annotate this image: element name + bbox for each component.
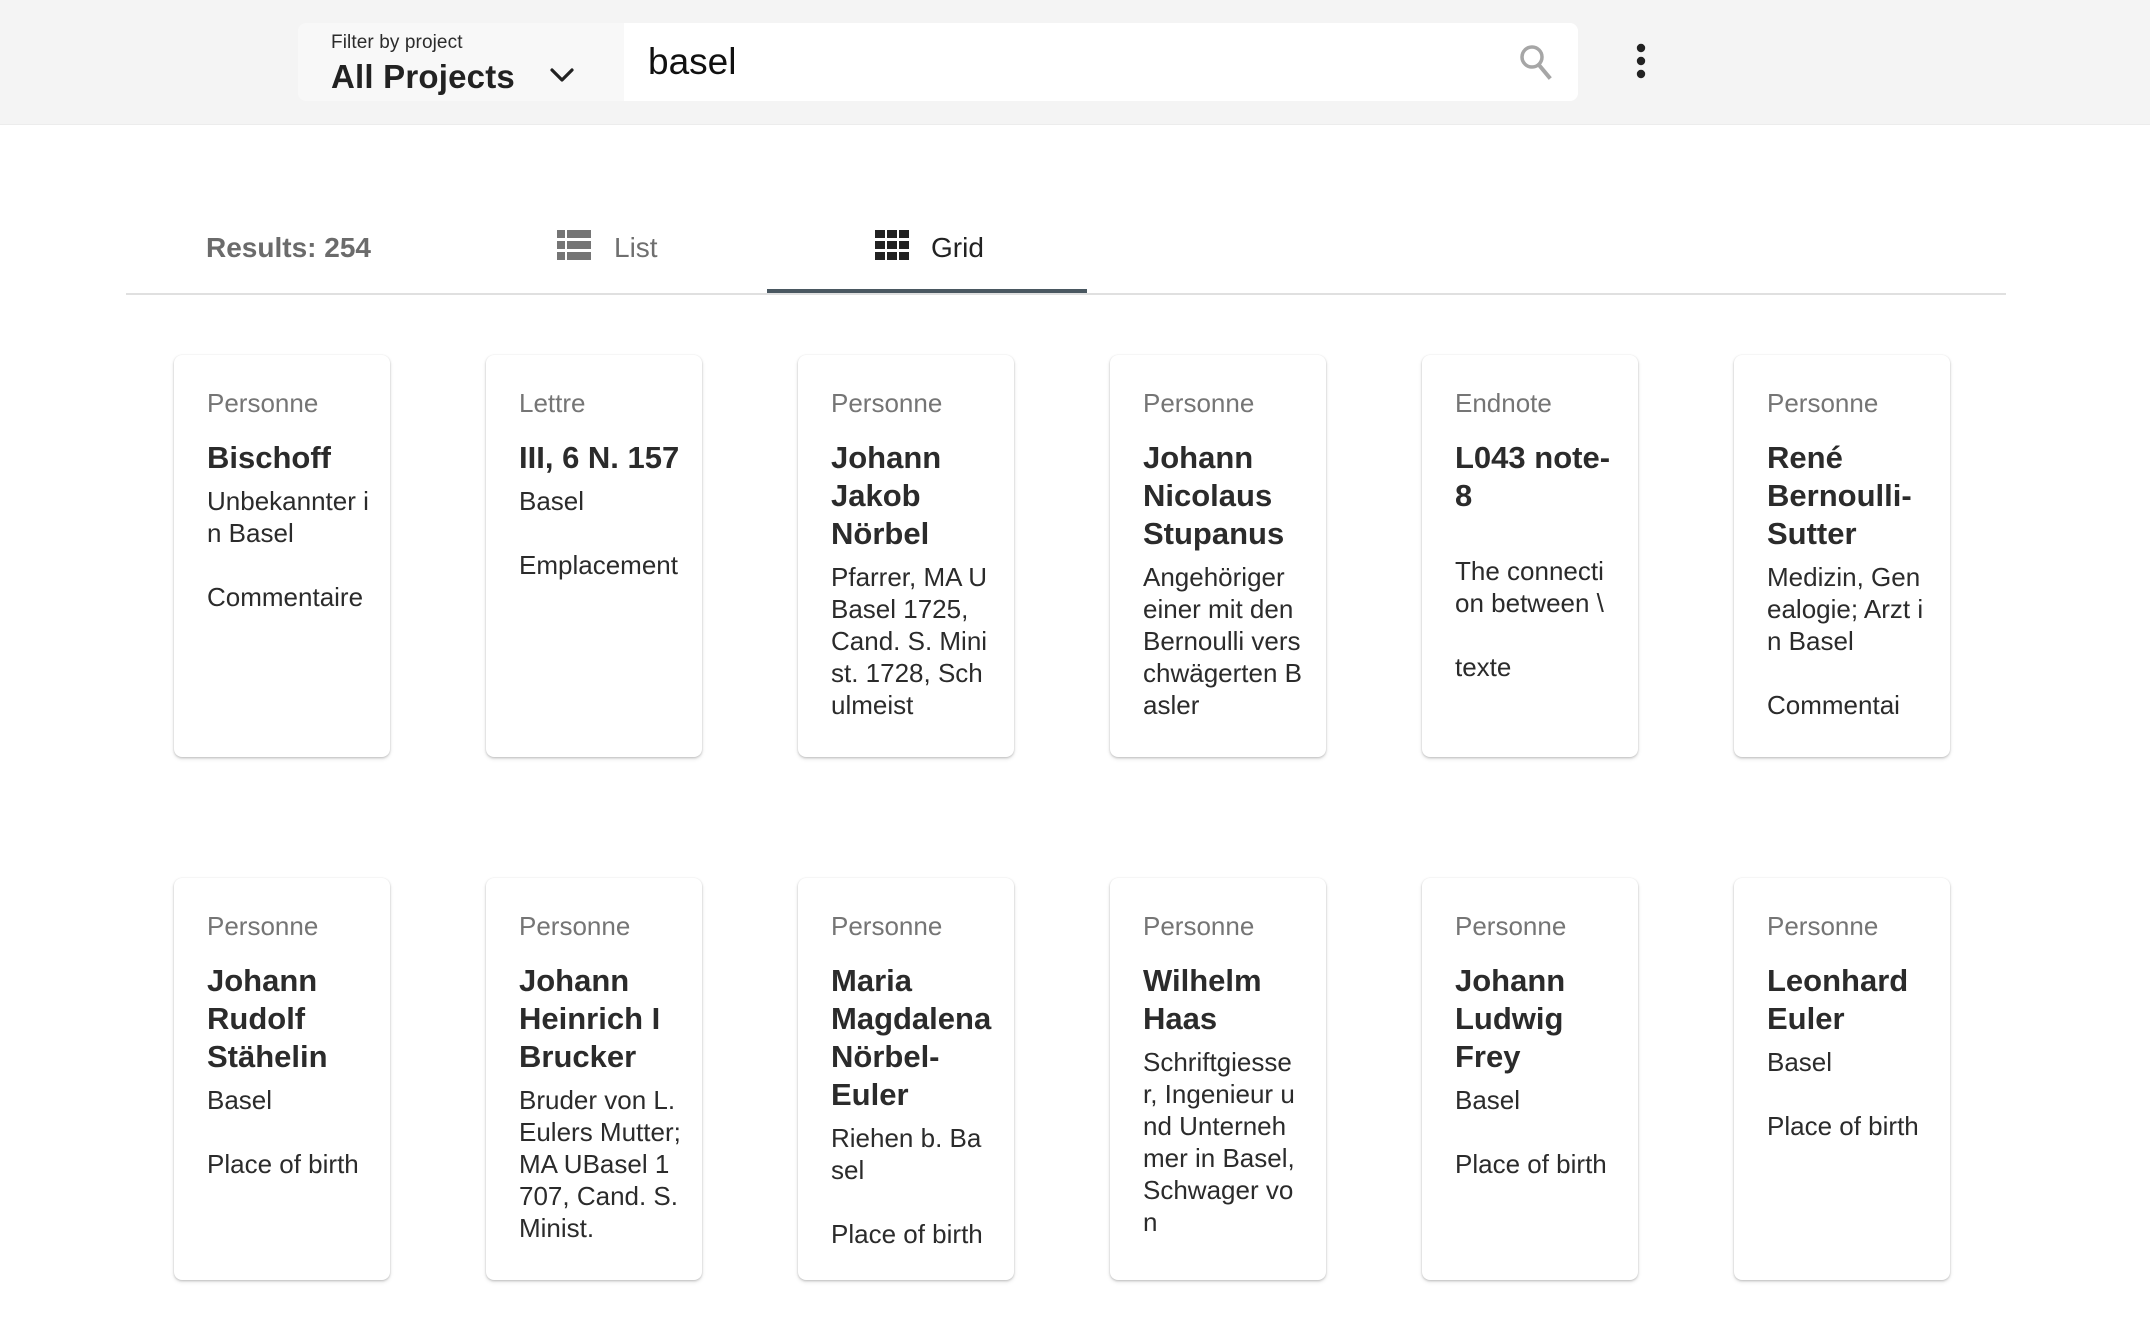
card-type: Lettre	[519, 388, 586, 418]
card-title: Leonhard Euler	[1767, 963, 1909, 1036]
card-type: Personne	[1767, 911, 1879, 941]
tab-list[interactable]: List	[556, 200, 756, 295]
grid-icon	[875, 230, 909, 260]
card-description: Medizin, Genealogie; Arzt in Basel Comme…	[1767, 562, 1924, 720]
result-card[interactable]: Personne René Bernoulli-Sutter Medizin, …	[1734, 355, 1950, 757]
result-card[interactable]: Personne Maria Magdalena Nörbel-Euler Ri…	[798, 878, 1014, 1280]
card-type: Personne	[1455, 911, 1567, 941]
results-grid: Personne Bischoff Unbekannter in Basel C…	[174, 355, 1950, 1280]
card-title: L043 note-8	[1455, 440, 1611, 513]
card-description: Riehen b. Basel Place of birth	[831, 1123, 983, 1249]
result-card[interactable]: Personne Johann Heinrich I Brucker Brude…	[486, 878, 702, 1280]
card-type: Personne	[1767, 388, 1879, 418]
results-tabs: Results: 254 List Grid	[126, 200, 2006, 295]
tabs-divider	[126, 293, 2006, 295]
result-card[interactable]: Personne Johann Nicolaus Stupanus Angehö…	[1110, 355, 1326, 757]
result-card[interactable]: Personne Johann Jakob Nörbel Pfarrer, MA…	[798, 355, 1014, 757]
tab-grid-label: Grid	[931, 232, 984, 263]
project-filter-label: Filter by project	[331, 32, 463, 53]
card-description: Schriftgiesser, Ingenieur und Unternehme…	[1143, 1047, 1302, 1237]
card-type: Personne	[519, 911, 631, 941]
search-input[interactable]	[648, 35, 1468, 89]
card-description: Unbekannter in Basel Commentaire	[207, 486, 369, 612]
card-type: Personne	[1143, 911, 1255, 941]
card-description: Basel Place of birth	[1455, 1085, 1607, 1179]
result-card[interactable]: Lettre III, 6 N. 157 Basel Emplacement	[486, 355, 702, 757]
card-description: Bruder von L. Eulers Mutter; MA UBasel 1…	[519, 1085, 689, 1243]
card-type: Personne	[207, 911, 319, 941]
list-icon	[557, 230, 591, 260]
card-description: Basel Emplacement	[519, 486, 678, 580]
card-type: Personne	[831, 911, 943, 941]
card-type: Endnote	[1455, 388, 1552, 418]
top-bar: Filter by project All Projects	[0, 0, 2150, 125]
card-title: III, 6 N. 157	[519, 440, 680, 475]
tab-grid[interactable]: Grid	[767, 200, 1087, 295]
card-title: Bischoff	[207, 440, 331, 475]
tab-list-label: List	[614, 232, 658, 263]
card-description: The connection between \ texte	[1455, 556, 1604, 682]
card-description: Pfarrer, MA UBasel 1725, Cand. S. Minist…	[831, 562, 988, 720]
project-filter-value: All Projects	[331, 58, 515, 95]
more-options-button[interactable]	[1626, 40, 1656, 84]
card-title: Johann Rudolf Stähelin	[207, 963, 328, 1074]
chevron-down-icon[interactable]	[548, 63, 576, 87]
more-vert-icon	[1636, 43, 1646, 79]
card-type: Personne	[207, 388, 319, 418]
card-description: Angehöriger einer mit den Bernoulli vers…	[1143, 562, 1302, 720]
results-count: Results: 254	[206, 232, 371, 263]
card-description: Basel Place of birth	[207, 1085, 359, 1179]
card-description: Basel Place of birth	[1767, 1047, 1919, 1141]
card-type: Personne	[1143, 388, 1255, 418]
result-card[interactable]: Personne Bischoff Unbekannter in Basel C…	[174, 355, 390, 757]
search-icon[interactable]	[1516, 42, 1556, 82]
card-title: René Bernoulli-Sutter	[1767, 440, 1912, 551]
card-title: Johann Ludwig Frey	[1455, 963, 1566, 1074]
result-card[interactable]: Personne Johann Ludwig Frey Basel Place …	[1422, 878, 1638, 1280]
result-card[interactable]: Endnote L043 note-8 The connection betwe…	[1422, 355, 1638, 757]
result-card[interactable]: Personne Wilhelm Haas Schriftgiesser, In…	[1110, 878, 1326, 1280]
card-title: Johann Heinrich I Brucker	[519, 963, 661, 1074]
result-card[interactable]: Personne Leonhard Euler Basel Place of b…	[1734, 878, 1950, 1280]
search-box	[624, 23, 1578, 101]
card-title: Wilhelm Haas	[1143, 963, 1262, 1036]
result-card[interactable]: Personne Johann Rudolf Stähelin Basel Pl…	[174, 878, 390, 1280]
card-title: Johann Jakob Nörbel	[831, 440, 942, 551]
card-title: Johann Nicolaus Stupanus	[1143, 440, 1285, 551]
project-filter-select[interactable]: Filter by project All Projects	[298, 23, 624, 101]
card-title: Maria Magdalena Nörbel-Euler	[831, 963, 992, 1112]
card-type: Personne	[831, 388, 943, 418]
